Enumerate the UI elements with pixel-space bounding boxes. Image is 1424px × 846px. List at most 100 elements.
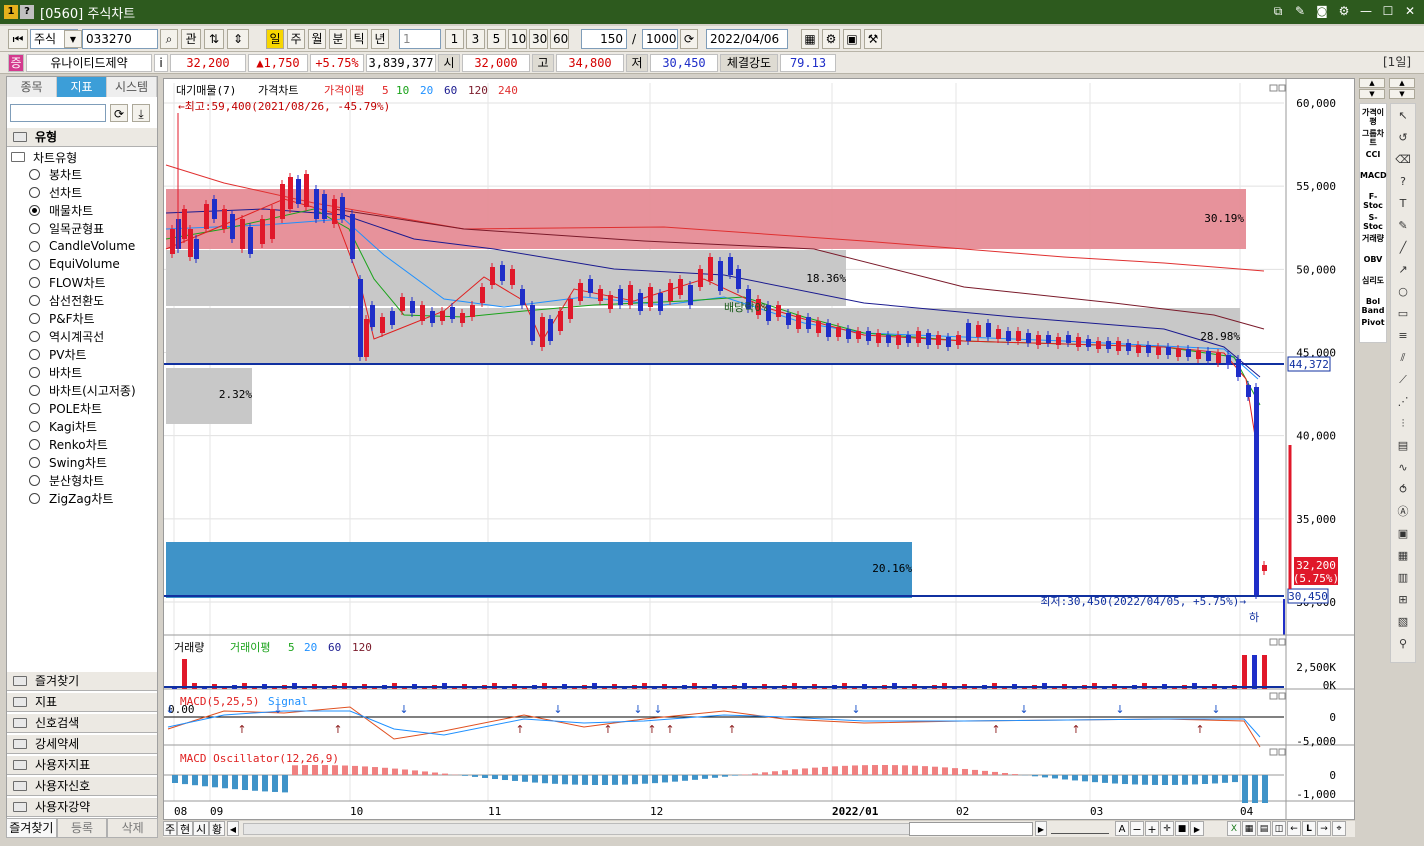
link-icon[interactable]: ⇅ (204, 29, 224, 49)
date-select[interactable]: 2022/04/06 (706, 29, 788, 49)
total-input[interactable]: 1000 (642, 29, 678, 49)
undo-icon[interactable]: ↺ (1395, 130, 1411, 146)
chart-type-option[interactable]: 삼선전환도 (29, 291, 104, 309)
radio-icon[interactable] (29, 438, 40, 450)
settings-icon[interactable]: ⚙ (1336, 3, 1352, 19)
tab-week[interactable]: 주 (163, 821, 177, 836)
chart-icon[interactable]: ▥ (1395, 570, 1411, 586)
chart-type-option[interactable]: 분산형차트 (29, 471, 104, 489)
auto-icon[interactable]: Ⓐ (1395, 504, 1411, 520)
folder-6[interactable]: 사용자강약 (7, 797, 157, 817)
period-day[interactable]: 일 (266, 29, 284, 49)
layout-icon[interactable]: ▦ (801, 29, 819, 49)
forward-icon[interactable]: → (1317, 821, 1331, 836)
stop-icon[interactable]: ■ (1175, 821, 1189, 836)
radio-icon[interactable] (29, 222, 40, 234)
grid-icon[interactable]: ▦ (1242, 821, 1256, 836)
indicator-shortcut[interactable]: 심리도 (1360, 276, 1386, 285)
image-icon[interactable]: ▣ (1395, 526, 1411, 542)
indicator-shortcut[interactable]: Pivot (1360, 318, 1386, 327)
chart-canvas[interactable]: 30.19% 18.36% 28.98% 2.32% 20.16% ←최고:59,400(… (164, 79, 1354, 819)
chart-type-option[interactable]: 봉차트 (29, 165, 82, 183)
zoom-slider[interactable] (1051, 824, 1109, 834)
radio-icon[interactable] (29, 276, 40, 288)
cursor-icon[interactable]: ↖ (1395, 108, 1411, 124)
download-icon[interactable]: ⤓ (132, 104, 150, 122)
zoom-out-icon[interactable]: − (1130, 821, 1144, 836)
count-input[interactable]: 150 (581, 29, 627, 49)
camera-icon[interactable]: ◙ (1314, 3, 1330, 19)
info-icon[interactable]: i (154, 54, 168, 72)
prev-stock-icon[interactable]: ⏮ (8, 29, 28, 49)
chart-area[interactable]: 30.19% 18.36% 28.98% 2.32% 20.16% ←최고:59,400(… (163, 78, 1355, 820)
chart-type-option[interactable]: 바차트 (29, 363, 82, 381)
chart-type-option[interactable]: 역시계곡선 (29, 327, 104, 345)
tools-icon[interactable]: ⚒ (864, 29, 882, 49)
trend-icon[interactable]: ⟋ (1395, 372, 1411, 388)
radio-icon[interactable] (29, 240, 40, 252)
watch-button[interactable]: 관 (181, 29, 201, 49)
stepper-icon[interactable]: ⇕ (227, 29, 249, 49)
radio-icon[interactable] (29, 402, 40, 414)
radio-icon[interactable] (29, 492, 40, 504)
chart-type-option[interactable]: POLE차트 (29, 399, 102, 417)
indicator-shortcut[interactable]: S-Stoc (1360, 213, 1386, 231)
scroll-up-icon[interactable]: ▲ (1359, 78, 1385, 88)
indicator-shortcut[interactable]: MACD (1360, 171, 1387, 180)
radio-icon[interactable] (29, 186, 40, 198)
chart-type-option[interactable]: FLOW차트 (29, 273, 106, 291)
tab-indicators[interactable]: 지표 (57, 77, 107, 97)
minimize-icon[interactable]: — (1358, 3, 1374, 19)
move-icon[interactable]: ✛ (1160, 821, 1174, 836)
data-icon[interactable]: ⊞ (1395, 592, 1411, 608)
radio-icon[interactable] (29, 384, 40, 396)
play-icon[interactable]: ▶ (1190, 821, 1204, 836)
tab-system[interactable]: 시스템 (107, 77, 157, 97)
stock-code-input[interactable]: 033270 (82, 29, 158, 49)
group-chart-type[interactable]: 차트유형 (11, 148, 77, 166)
grid-icon[interactable]: ▤ (1395, 438, 1411, 454)
refresh-icon[interactable]: ⟳ (680, 29, 698, 49)
save-icon[interactable]: ▦ (1395, 548, 1411, 564)
split-icon[interactable]: ◫ (1272, 821, 1286, 836)
radio-icon[interactable] (29, 348, 40, 360)
indicator-shortcut[interactable]: 거래량 (1360, 234, 1386, 243)
cycle-icon[interactable]: ⥀ (1395, 482, 1411, 498)
tab-current[interactable]: 현 (177, 821, 193, 836)
scrollbar-thumb[interactable] (909, 822, 1033, 836)
chart-type-option[interactable]: Kagi차트 (29, 417, 97, 435)
help-icon[interactable]: ? (20, 5, 34, 19)
period-minute[interactable]: 분 (329, 29, 347, 49)
maximize-icon[interactable]: ☐ (1380, 3, 1396, 19)
table-icon[interactable]: ▤ (1257, 821, 1271, 836)
folder-0[interactable]: 즐겨찾기 (7, 671, 157, 691)
radio-icon[interactable] (29, 294, 40, 306)
folder-1[interactable]: 지표 (7, 692, 157, 712)
chart-type-option[interactable]: 선차트 (29, 183, 82, 201)
chart-type-option[interactable]: 일목균형표 (29, 219, 104, 237)
tab-market[interactable]: 시 (193, 821, 209, 836)
interval-5[interactable]: 5 (487, 29, 506, 49)
interval-60[interactable]: 60 (550, 29, 569, 49)
indicator-shortcut[interactable]: 그룹차트 (1360, 129, 1386, 147)
interval-30[interactable]: 30 (529, 29, 548, 49)
report-icon[interactable]: ▧ (1395, 614, 1411, 630)
log-icon[interactable]: L (1302, 821, 1316, 836)
back-icon[interactable]: ← (1287, 821, 1301, 836)
edit-icon[interactable]: ✎ (1292, 3, 1308, 19)
chart-type-option[interactable]: ZigZag차트 (29, 489, 113, 507)
zoom-in-icon[interactable]: + (1145, 821, 1159, 836)
delete-button[interactable]: 삭제 (107, 818, 159, 838)
channel-icon[interactable]: ⫽ (1395, 350, 1411, 366)
scroll-right-icon[interactable]: ▶ (1035, 821, 1047, 836)
tool-up-icon[interactable]: ▲ (1389, 78, 1415, 88)
indicator-shortcut[interactable]: Bol Band (1360, 297, 1386, 315)
register-button[interactable]: 등록 (56, 818, 108, 838)
interval-1[interactable]: 1 (445, 29, 464, 49)
font-icon[interactable]: A (1115, 821, 1129, 836)
pencil-icon[interactable]: ✎ (1395, 218, 1411, 234)
app-number-icon[interactable]: 1 (4, 5, 18, 19)
indicator-shortcut[interactable]: CCI (1360, 150, 1386, 159)
stock-name[interactable]: 유나이티드제약 (26, 54, 152, 72)
refresh-list-icon[interactable]: ⟳ (110, 104, 128, 122)
